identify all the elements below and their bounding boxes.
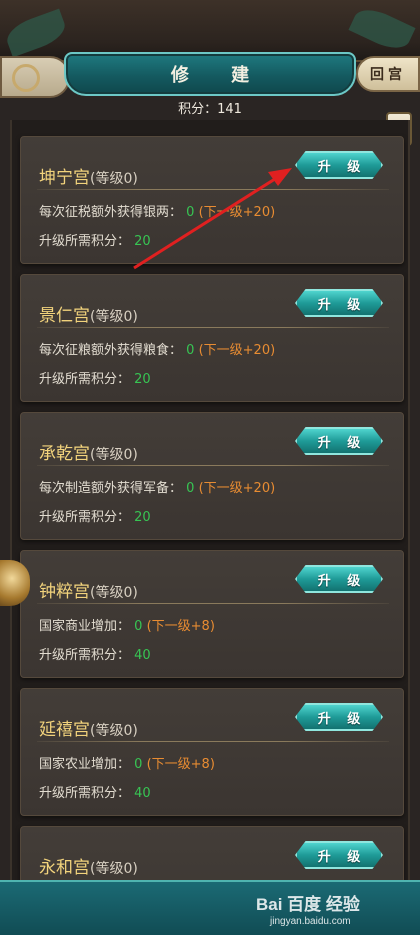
- title-plate: 修 建: [64, 52, 356, 96]
- scroll-ornament-left: [0, 56, 70, 98]
- divider: [37, 741, 389, 742]
- bonus-next: (下一级+20): [198, 481, 276, 496]
- bonus-value: 0: [186, 343, 195, 358]
- upgrade-button[interactable]: 升 级: [295, 427, 383, 455]
- building-name: 永和宫(等级0): [39, 858, 138, 878]
- building-card-yanxi: 延禧宫(等级0) 升 级 国家农业增加： 0 (下一级+8) 升级所需积分： 4…: [20, 688, 404, 816]
- building-card-jingren: 景仁宫(等级0) 升 级 每次征粮额外获得粮食： 0 (下一级+20) 升级所需…: [20, 274, 404, 402]
- divider: [37, 603, 389, 604]
- upgrade-button[interactable]: 升 级: [295, 151, 383, 179]
- cost-row: 升级所需积分： 20: [39, 234, 151, 249]
- score-display: 积分：141: [178, 101, 242, 117]
- bonus-row: 国家农业增加： 0 (下一级+8): [39, 757, 215, 772]
- building-card-zhongcui: 钟粹宫(等级0) 升 级 国家商业增加： 0 (下一级+8) 升级所需积分： 4…: [20, 550, 404, 678]
- building-level: (等级0): [90, 585, 138, 601]
- building-card-kunning: 坤宁宫(等级0) 升 级 每次征税额外获得银两： 0 (下一级+20) 升级所需…: [20, 136, 404, 264]
- divider: [37, 465, 389, 466]
- cost-row: 升级所需积分： 20: [39, 372, 151, 387]
- page-title: 修 建: [170, 65, 268, 86]
- building-name: 钟粹宫(等级0): [39, 582, 138, 602]
- bonus-row: 每次征税额外获得银两： 0 (下一级+20): [39, 205, 276, 220]
- upgrade-button[interactable]: 升 级: [295, 841, 383, 869]
- bonus-value: 0: [134, 619, 143, 634]
- upgrade-button[interactable]: 升 级: [295, 703, 383, 731]
- watermark-logo: Bai 百度 经验: [256, 895, 360, 914]
- bonus-row: 国家商业增加： 0 (下一级+8): [39, 619, 215, 634]
- building-card-chengqian: 承乾宫(等级0) 升 级 每次制造额外获得军备： 0 (下一级+20) 升级所需…: [20, 412, 404, 540]
- building-name: 坤宁宫(等级0): [39, 168, 138, 188]
- watermark-url: jingyan.baidu.com: [270, 916, 351, 927]
- cost-value: 40: [134, 786, 151, 801]
- swirl-icon: [12, 64, 40, 92]
- divider: [37, 189, 389, 190]
- building-level: (等级0): [90, 723, 138, 739]
- bonus-next: (下一级+8): [146, 757, 215, 772]
- bonus-value: 0: [134, 757, 143, 772]
- building-level: (等级0): [90, 171, 138, 187]
- bonus-value: 0: [186, 481, 195, 496]
- building-card-yonghe: 永和宫(等级0) 升 级: [20, 826, 404, 880]
- building-name: 延禧宫(等级0): [39, 720, 138, 740]
- building-list[interactable]: 坤宁宫(等级0) 升 级 每次征税额外获得银两： 0 (下一级+20) 升级所需…: [10, 120, 410, 880]
- cost-row: 升级所需积分： 20: [39, 510, 151, 525]
- back-to-palace-button[interactable]: 回宫: [356, 56, 420, 92]
- building-name: 景仁宫(等级0): [39, 306, 138, 326]
- cost-value: 20: [134, 510, 151, 525]
- bonus-row: 每次制造额外获得军备： 0 (下一级+20): [39, 481, 276, 496]
- divider: [37, 327, 389, 328]
- cost-value: 40: [134, 648, 151, 663]
- building-name: 承乾宫(等级0): [39, 444, 138, 464]
- building-level: (等级0): [90, 447, 138, 463]
- leaf-decoration: [348, 2, 416, 56]
- cost-row: 升级所需积分： 40: [39, 648, 151, 663]
- building-level: (等级0): [90, 861, 138, 877]
- bonus-value: 0: [186, 205, 195, 220]
- upgrade-button[interactable]: 升 级: [295, 289, 383, 317]
- bonus-next: (下一级+20): [198, 343, 276, 358]
- cost-value: 20: [134, 372, 151, 387]
- bonus-next: (下一级+8): [146, 619, 215, 634]
- bonus-row: 每次征粮额外获得粮食： 0 (下一级+20): [39, 343, 276, 358]
- upgrade-button[interactable]: 升 级: [295, 565, 383, 593]
- bonus-next: (下一级+20): [198, 205, 276, 220]
- watermark: Bai 百度 经验 jingyan.baidu.com: [256, 890, 406, 930]
- cost-value: 20: [134, 234, 151, 249]
- cost-row: 升级所需积分： 40: [39, 786, 151, 801]
- leaf-decoration: [2, 8, 70, 58]
- building-level: (等级0): [90, 309, 138, 325]
